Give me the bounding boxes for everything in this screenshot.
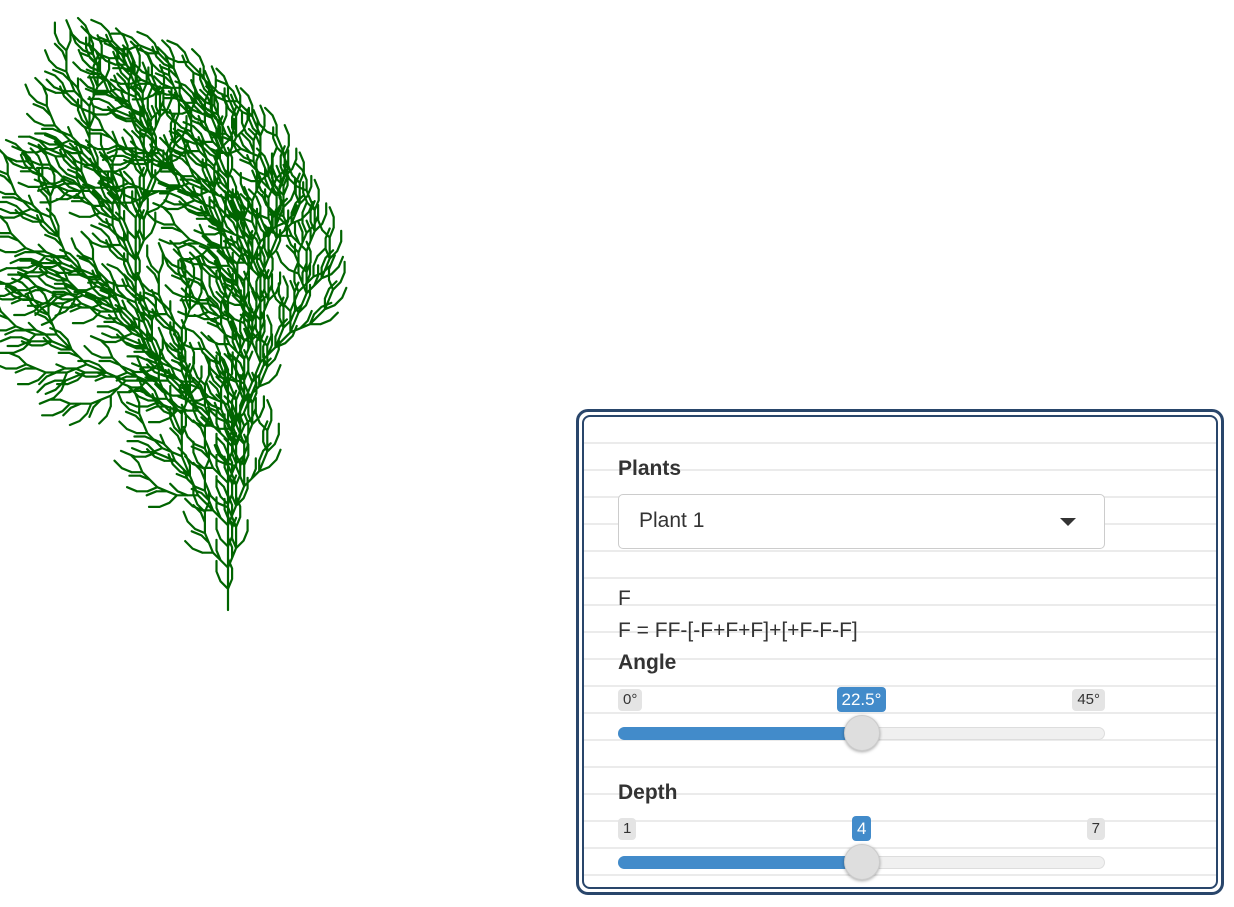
plant-branches <box>0 16 348 612</box>
angle-slider-handle[interactable] <box>843 715 880 751</box>
axiom-text: F <box>618 587 631 610</box>
controls-panel-inner: Plants Plant 1 F F = FF-[-F+F+F]+[+F-F-F… <box>582 415 1218 889</box>
rule-text: F = FF-[-F+F+F]+[+F-F-F] <box>618 619 858 642</box>
controls-panel: Plants Plant 1 F F = FF-[-F+F+F]+[+F-F-F… <box>576 409 1224 895</box>
depth-slider[interactable]: 1 7 4 <box>618 816 1105 887</box>
plant-select-value: Plant 1 <box>639 509 705 532</box>
angle-slider[interactable]: 0° 45° 22.5° <box>618 687 1105 759</box>
angle-max-label: 45° <box>1072 689 1105 711</box>
caret-down-icon <box>1060 518 1076 526</box>
angle-value-label: 22.5° <box>836 687 887 712</box>
plants-label: Plants <box>618 457 682 480</box>
angle-label: Angle <box>618 651 677 674</box>
angle-slider-fill <box>618 727 862 740</box>
depth-min-label: 1 <box>618 818 637 840</box>
plant-select[interactable]: Plant 1 <box>618 494 1105 549</box>
depth-label: Depth <box>618 781 678 804</box>
depth-value-label: 4 <box>852 816 872 841</box>
depth-max-label: 7 <box>1086 818 1105 840</box>
plant-canvas <box>0 16 348 612</box>
depth-slider-fill <box>618 856 862 869</box>
depth-slider-handle[interactable] <box>843 844 880 880</box>
angle-min-label: 0° <box>618 689 643 711</box>
